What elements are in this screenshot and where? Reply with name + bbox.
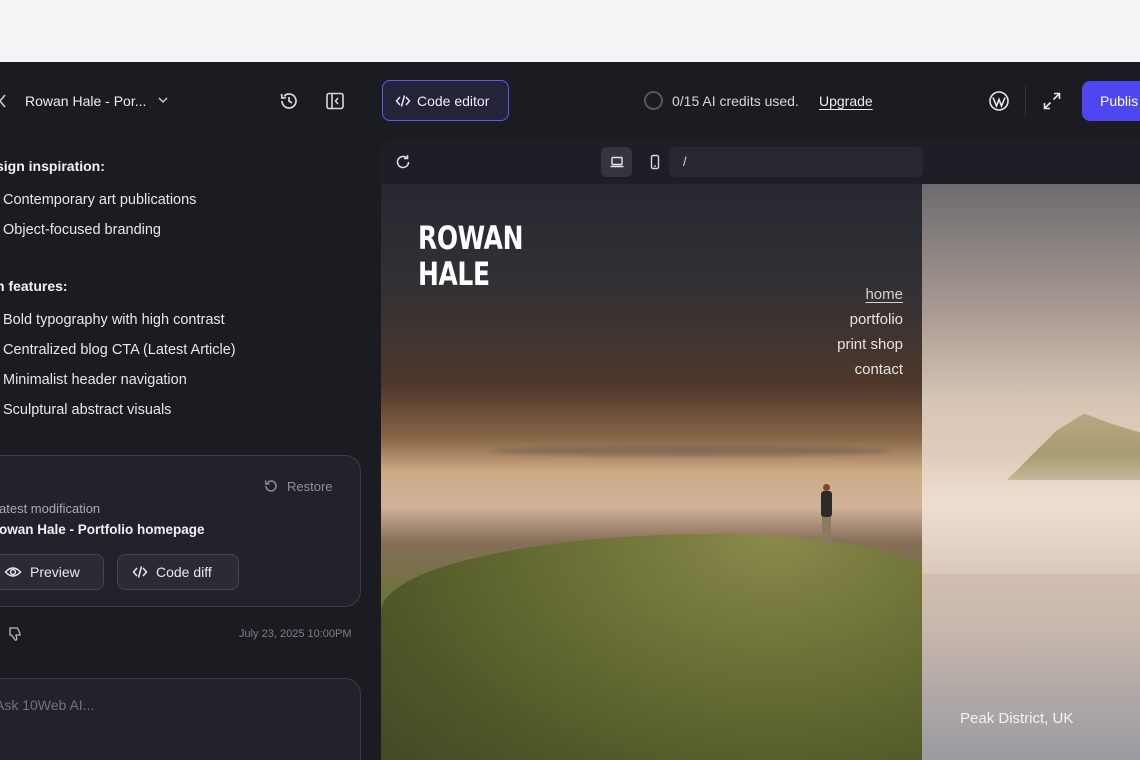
url-bar[interactable]: / (669, 147, 923, 177)
preview-label: Preview (30, 564, 80, 580)
ai-credits-status: 0/15 AI credits used. (644, 91, 799, 110)
prompt-box[interactable] (0, 678, 361, 760)
list-item: Centralized blog CTA (Latest Article) (3, 342, 236, 358)
credits-progress-ring (644, 91, 663, 110)
mobile-view-button[interactable] (643, 147, 667, 177)
site-nav: home portfolio print shop contact (837, 282, 903, 382)
nav-link-portfolio[interactable]: portfolio (837, 307, 903, 332)
wordpress-icon[interactable] (988, 90, 1010, 112)
project-name[interactable]: Rowan Hale - Por... (25, 93, 146, 109)
preview-button[interactable]: Preview (0, 554, 104, 590)
code-icon (132, 564, 148, 580)
modification-title: owan Hale - Portfolio homepage (0, 522, 205, 537)
distant-ridge (491, 446, 891, 456)
list-item: Sculptural abstract visuals (3, 402, 172, 418)
upgrade-link[interactable]: Upgrade (819, 93, 873, 109)
list-item: Minimalist header navigation (3, 372, 187, 388)
code-diff-label: Code diff (156, 564, 212, 580)
logo-line-2: HALE (418, 255, 490, 293)
nav-link-print-shop[interactable]: print shop (837, 332, 903, 357)
code-editor-button[interactable]: Code editor (382, 80, 509, 121)
list-item: Object-focused branding (3, 222, 161, 238)
site-canvas: Peak District, UK ROWAN HALE home portfo… (381, 184, 1140, 760)
desktop-icon (609, 155, 625, 169)
toolbar-divider (1025, 86, 1026, 116)
preview-toolbar: / (381, 140, 1140, 184)
chat-panel: sign inspiration: Contemporary art publi… (0, 140, 370, 760)
hiker-figure (819, 484, 833, 546)
list-item: Bold typography with high contrast (3, 312, 225, 328)
credits-text: 0/15 AI credits used. (672, 92, 799, 109)
message-timestamp: July 23, 2025 10:00PM (239, 628, 352, 640)
code-icon (395, 93, 411, 109)
reload-icon[interactable] (394, 153, 412, 171)
restore-label: Restore (287, 478, 333, 494)
logo-line-1: ROWAN (418, 219, 524, 257)
chevron-left-icon[interactable] (0, 92, 10, 110)
site-preview-panel: / Peak District, UK ROWAN HALE home port… (381, 140, 1140, 760)
desktop-view-button[interactable] (601, 147, 632, 177)
eye-icon (4, 565, 22, 579)
publish-button[interactable]: Publis (1082, 81, 1140, 121)
sidebar-toggle-icon[interactable] (324, 90, 346, 112)
site-logo[interactable]: ROWAN HALE (418, 220, 523, 292)
ask-input[interactable] (0, 697, 335, 713)
image-caption: Peak District, UK (960, 710, 1074, 727)
grassy-hill (381, 534, 941, 760)
modification-card: Restore atest modification owan Hale - P… (0, 455, 361, 607)
restore-button[interactable]: Restore (263, 478, 333, 494)
fog-layer (922, 454, 1140, 574)
thumbs-down-icon[interactable] (7, 626, 23, 642)
nav-link-contact[interactable]: contact (837, 357, 903, 382)
top-bar: Rowan Hale - Por... Code editor 0/15 AI … (0, 62, 1140, 140)
code-diff-button[interactable]: Code diff (117, 554, 239, 590)
mobile-icon (649, 154, 661, 170)
history-icon[interactable] (278, 90, 300, 112)
list-item: Contemporary art publications (3, 192, 197, 208)
chevron-down-icon[interactable] (156, 92, 170, 108)
hero-image-secondary: Peak District, UK (922, 184, 1140, 760)
app-window: Rowan Hale - Por... Code editor 0/15 AI … (0, 62, 1140, 760)
section-title-design-inspiration: sign inspiration: (0, 158, 105, 174)
nav-link-home[interactable]: home (837, 282, 903, 307)
restore-icon (263, 478, 279, 494)
modification-label: atest modification (0, 501, 101, 516)
expand-icon[interactable] (1041, 90, 1063, 112)
code-editor-label: Code editor (417, 92, 490, 109)
section-title-features: n features: (0, 278, 68, 294)
